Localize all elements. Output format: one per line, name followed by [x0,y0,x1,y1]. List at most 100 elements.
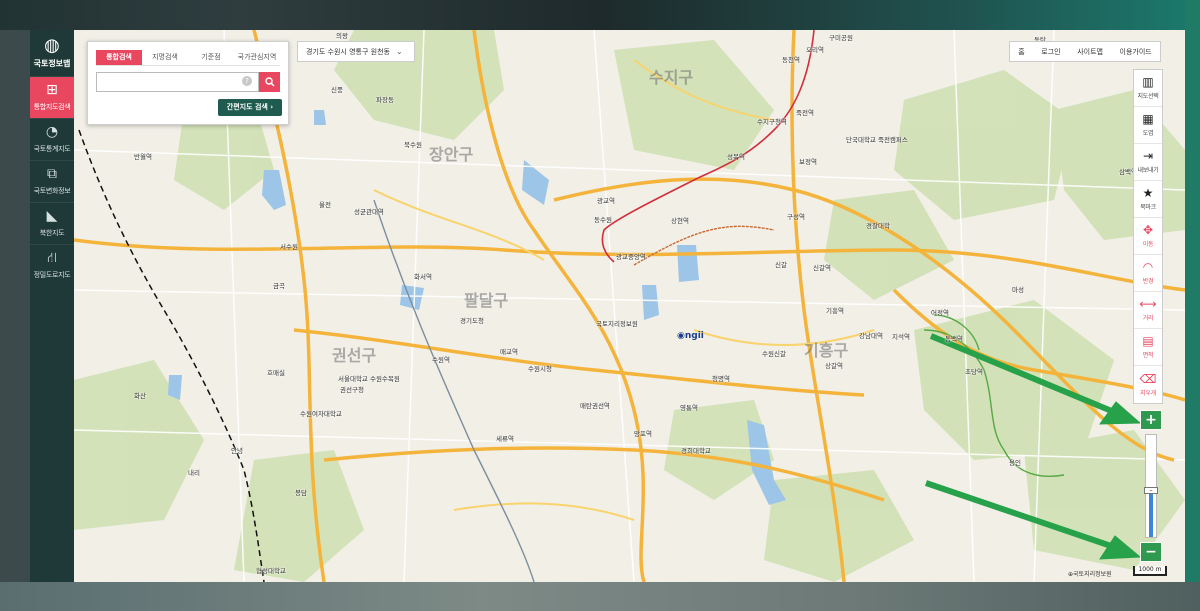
map-place-label: 기흥역 [826,307,844,315]
star-icon: ★ [1142,186,1154,200]
photo-bottom-edge [0,582,1200,611]
tool-label: 북마크 [1140,204,1156,211]
tool-distance[interactable]: ⟷ 거리 [1134,292,1162,329]
map-place-label: 안녕 [231,447,243,455]
map-place-label: 세류역 [496,435,514,443]
nav-item-label: 국토변화정보 [33,187,71,195]
tool-sheet[interactable]: ▦ 도엽 [1134,107,1162,144]
map-place-label: 성균관대역 [354,208,384,216]
tool-label: 거리 [1142,315,1154,322]
top-links: 홈 로그인 사이트맵 이용가이드 [1009,41,1161,62]
login-link[interactable]: 로그인 [1041,47,1060,57]
tab-reference-point[interactable]: 기준점 [188,50,234,65]
map-place-label: 구미공원 [829,34,853,42]
ngii-logo: ◉ngii [677,331,704,341]
photo-top-edge [0,0,1200,30]
photo-right-edge [1185,0,1200,611]
map-place-label: 수원시청 [528,365,552,373]
map-place-label: 동천역 [782,56,800,64]
map-place-label: 구성역 [787,213,805,221]
map-place-label: 권선구청 [340,386,364,394]
grid-icon: ▦ [1142,112,1154,126]
tool-label: 내보내기 [1137,167,1159,174]
tool-area[interactable]: ▤ 면적 [1134,329,1162,366]
user-guide-link[interactable]: 이용가이드 [1120,47,1152,57]
map-place-label: 경찰대학 [866,222,890,230]
nav-item-stats-map[interactable]: ◔ 국토통계지도 [30,118,74,160]
location-text: 경기도 수원시 영통구 원천동 [306,47,390,56]
zoom-out-button[interactable]: − [1140,542,1162,562]
map-place-label: 서울대학교 수원수목원 [338,375,400,383]
map-place-label: 반월역 [134,153,152,161]
map-place-label: 봉담 [295,489,307,497]
district-label: 팔달구 [464,291,509,310]
nav-item-north-korea-map[interactable]: ◣ 북한지도 [30,202,74,244]
sitemap-link[interactable]: 사이트맵 [1077,47,1103,57]
tool-move[interactable]: ✥ 이동 [1134,218,1162,255]
nav-item-label: 국토통계지도 [33,145,71,153]
nav-item-road-map[interactable]: ⛙ 정밀도로지도 [30,244,74,286]
map-search-icon: ⊞ [46,82,58,98]
distance-icon: ⟷ [1139,297,1157,311]
nav-item-integrated-search[interactable]: ⊞ 통합지도검색 [30,76,74,118]
tab-place-name-search[interactable]: 지명검색 [142,50,188,65]
map-place-label: 수원여자대학교 [300,410,342,418]
site-logo[interactable]: ◍ 국토정보맵 [30,30,74,76]
location-selector[interactable]: 경기도 수원시 영통구 원천동 ⌄ [297,41,415,62]
nav-item-label: 북한지도 [39,229,65,237]
map-place-label: 율전 [319,201,331,209]
map-place-label: 수원역 [432,356,450,364]
tool-map-select[interactable]: ▥ 지도선택 [1134,70,1162,107]
map-place-label: 초당역 [965,368,983,376]
north-korea-map-icon: ◣ [46,208,58,224]
search-input[interactable] [96,72,259,92]
map-place-label: 망포역 [634,430,652,438]
tab-national-interest-area[interactable]: 국가관심지역 [234,50,280,65]
move-icon: ✥ [1142,223,1154,237]
eraser-icon: ⌫ [1139,371,1157,386]
tool-label: 이동 [1142,241,1154,248]
nav-item-change-info[interactable]: ⧉ 국토변화정보 [30,160,74,202]
book-map-icon: ▥ [1142,75,1154,89]
export-icon: ⇥ [1142,149,1154,163]
zoom-level-fill [1149,489,1153,537]
tab-integrated-search[interactable]: 통합검색 [96,50,142,65]
nav-item-label: 통합지도검색 [33,103,71,111]
help-icon[interactable]: ? [242,76,252,86]
map-place-label: 신갈 [775,261,787,269]
district-label: 장안구 [429,145,474,164]
zoom-slider-handle[interactable]: – [1144,487,1158,494]
map-credit: ⊕국토지리정보원 [1068,571,1112,578]
zoom-in-button[interactable]: + [1140,410,1162,430]
map-place-label: 수원신갈 [762,350,786,358]
map-place-label: 호매실 [267,369,285,377]
change-info-icon: ⧉ [47,166,57,182]
zoom-slider[interactable]: – [1144,434,1158,538]
map-place-label: 마성 [1012,286,1024,294]
tool-label: 도엽 [1142,130,1154,137]
simple-map-search-button[interactable]: 간편지도 검색 › [218,99,282,116]
district-label: 수지구 [649,68,694,87]
map-place-label: 북수원 [404,141,422,149]
tool-export[interactable]: ⇥ 내보내기 [1134,144,1162,181]
site-logo-text: 국토정보맵 [33,59,71,68]
map-place-label: 매교역 [500,348,518,356]
tool-eraser[interactable]: ⌫ 지우개 [1134,366,1162,403]
search-panel: 통합검색 지명검색 기준점 국가관심지역 ? 간편지도 검색 › [87,41,289,125]
map-place-label: 의왕 [336,32,348,40]
map-place-label: 경희대학교 [681,447,711,455]
map-place-label: 경기도청 [460,317,484,325]
tool-radius[interactable]: ◠ 반경 [1134,255,1162,292]
search-button[interactable] [259,72,280,92]
globe-icon: ◍ [44,35,60,56]
map-place-label: 보정역 [799,158,817,166]
scale-bar: 1000 m [1133,566,1167,576]
map-place-label: 국토지리정보원 [596,320,638,328]
map-place-label: 신풍 [331,86,343,94]
home-link[interactable]: 홈 [1018,47,1024,57]
chevron-down-icon: ⌄ [395,47,403,56]
tool-bookmark[interactable]: ★ 북마크 [1134,181,1162,218]
map-place-label: 단국대학교 죽전캠퍼스 [846,136,908,144]
tool-label: 지우개 [1140,389,1156,397]
map-place-label: 금곡 [273,282,285,290]
